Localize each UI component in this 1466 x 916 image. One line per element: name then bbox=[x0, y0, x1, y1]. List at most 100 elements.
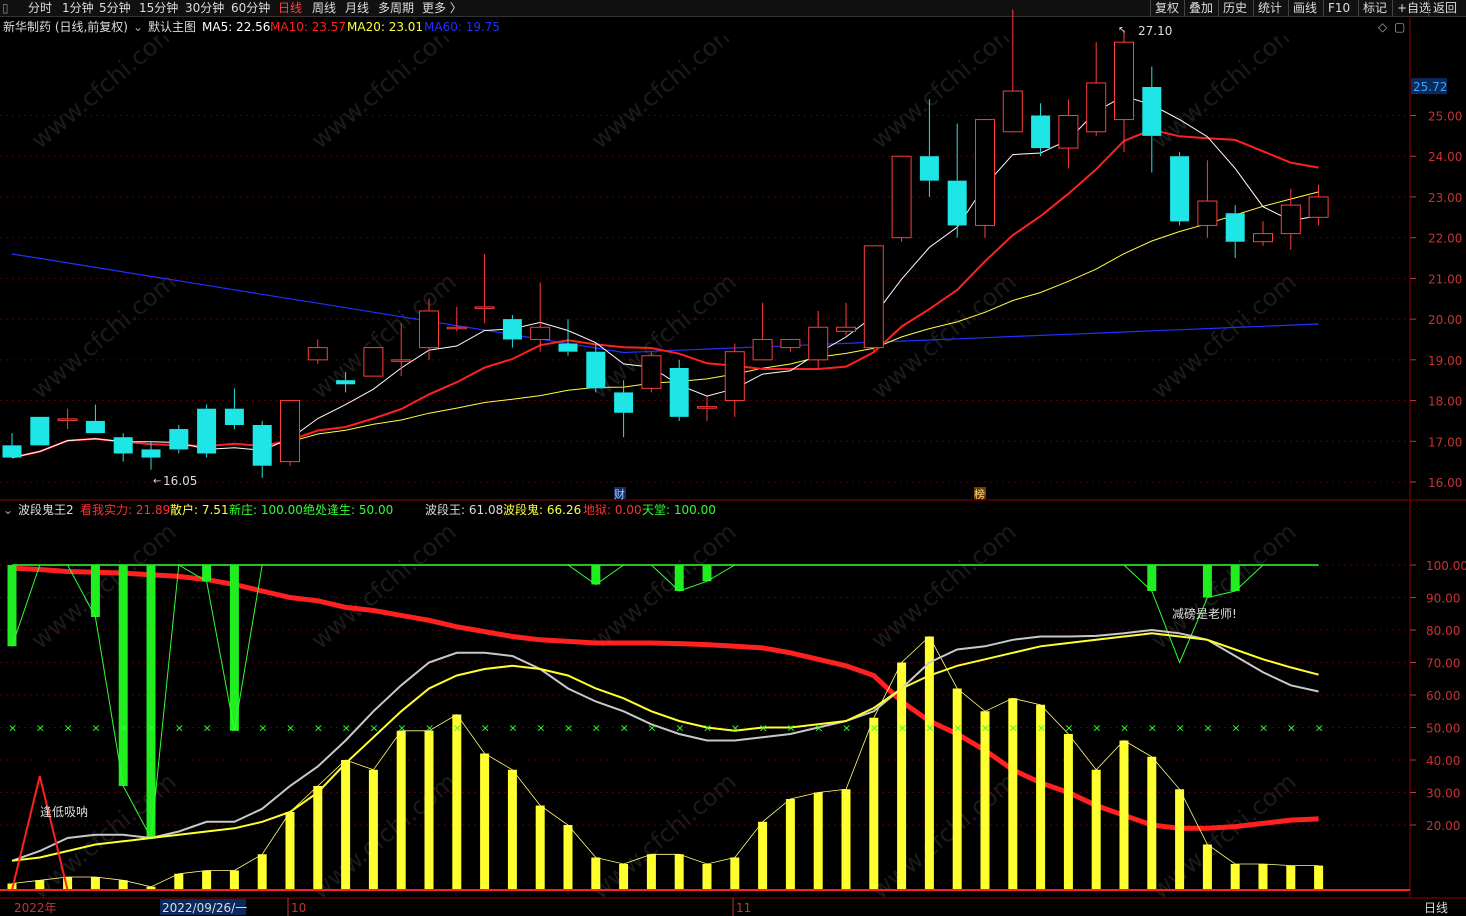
ma60-label: MA60: 19.75 bbox=[424, 20, 501, 34]
panel-settings-icon[interactable]: ▢ bbox=[1394, 18, 1405, 36]
current-price-box bbox=[1411, 78, 1447, 95]
candle bbox=[863, 245, 884, 352]
candle bbox=[1114, 29, 1134, 153]
current-price-label: 25.72 bbox=[1413, 80, 1447, 94]
indicator-dropdown-icon[interactable]: ⌄ bbox=[3, 501, 13, 519]
yellow-bar bbox=[897, 662, 907, 890]
candle bbox=[975, 119, 995, 238]
period-tab[interactable]: 30分钟 bbox=[185, 0, 224, 16]
green-bar bbox=[7, 565, 17, 647]
buy-signal-triangle bbox=[11, 776, 69, 891]
candle-body-down bbox=[169, 429, 189, 450]
yellow-bar bbox=[452, 714, 462, 890]
candle bbox=[919, 99, 939, 197]
revival-marker-x: × bbox=[842, 722, 851, 735]
period-tab[interactable]: 60分钟 bbox=[231, 0, 270, 16]
yellow-bar bbox=[229, 870, 239, 890]
yellow-bar bbox=[368, 769, 378, 890]
candle-body-up bbox=[863, 245, 884, 349]
yellow-bar bbox=[1230, 864, 1240, 890]
candle bbox=[336, 372, 356, 393]
green-bar bbox=[202, 565, 212, 582]
yellow-bar bbox=[1147, 756, 1157, 890]
yellow-bar bbox=[841, 789, 851, 890]
indicator-name[interactable]: 波段鬼王2 bbox=[18, 501, 74, 519]
draw-line-button[interactable]: 画线 bbox=[1288, 0, 1321, 16]
yellow-bar bbox=[1175, 789, 1185, 890]
revival-marker-x: × bbox=[369, 722, 378, 735]
candle-body-up bbox=[641, 355, 662, 389]
fuquan-button[interactable]: 复权 bbox=[1150, 0, 1183, 16]
period-tab[interactable]: 多周期 bbox=[378, 0, 414, 16]
main-chart-header: 新华制药 (日线,前复权) ⌄ 默认主图 MA5: 22.56 MA10: 23… bbox=[0, 18, 1410, 36]
candle-body-up bbox=[280, 400, 300, 463]
yellow-bar bbox=[535, 805, 545, 890]
revival-marker-x: × bbox=[1231, 722, 1240, 735]
more-menu[interactable]: 更多 〉 bbox=[422, 0, 462, 16]
indicator-value: 天堂: 100.00 bbox=[642, 503, 716, 517]
indicator-value: 绝处逢生: 50.00 bbox=[303, 503, 394, 517]
period-tab[interactable]: 月线 bbox=[345, 0, 369, 16]
yellow-bar bbox=[1036, 704, 1046, 890]
overlay-button[interactable]: 叠加 bbox=[1184, 0, 1217, 16]
period-tab[interactable]: 5分钟 bbox=[99, 0, 131, 16]
yellow-bar bbox=[813, 792, 823, 890]
stats-button[interactable]: 统计 bbox=[1253, 0, 1286, 16]
template-label[interactable]: 默认主图 bbox=[148, 18, 196, 36]
candle bbox=[141, 441, 161, 470]
candle-body-up bbox=[446, 326, 467, 330]
candle bbox=[2, 433, 22, 458]
candle-body-down bbox=[113, 437, 133, 454]
ma20-line bbox=[11, 191, 1319, 459]
price-tick-label: 25.00 bbox=[1428, 110, 1462, 124]
candle bbox=[502, 315, 522, 348]
yellow-bar bbox=[591, 857, 601, 890]
back-button[interactable]: 返回 bbox=[1428, 0, 1461, 16]
revival-marker-x: × bbox=[147, 722, 156, 735]
diamond-icon[interactable]: ◇ bbox=[1378, 18, 1387, 36]
yellow-bar bbox=[202, 870, 212, 890]
candle bbox=[836, 302, 856, 336]
yellow-bar bbox=[619, 864, 629, 890]
revival-marker-x: × bbox=[870, 722, 879, 735]
candle bbox=[30, 416, 50, 446]
yellow-bar bbox=[90, 877, 100, 890]
yellow-bar bbox=[257, 854, 267, 890]
revival-marker-x: × bbox=[453, 722, 462, 735]
green-bar bbox=[118, 565, 128, 786]
period-tab[interactable]: 周线 bbox=[312, 0, 336, 16]
template-dropdown-icon[interactable]: ⌄ bbox=[133, 18, 143, 36]
finance-marker bbox=[614, 487, 626, 499]
mark-button[interactable]: 标记 bbox=[1358, 0, 1391, 16]
price-tick-label: 17.00 bbox=[1428, 435, 1462, 449]
candle bbox=[808, 310, 829, 368]
period-tab[interactable]: 15分钟 bbox=[139, 0, 178, 16]
teacher-annotation: 减磅是老师! bbox=[1172, 606, 1237, 621]
indicator-value: 看我实力: 21.89 bbox=[80, 503, 171, 517]
revival-marker-x: × bbox=[564, 722, 573, 735]
f10-button[interactable]: F10 bbox=[1323, 0, 1354, 16]
stock-title[interactable]: 新华制药 (日线,前复权) bbox=[3, 18, 128, 36]
candle bbox=[57, 408, 78, 430]
candle-body-up bbox=[530, 326, 551, 340]
green-bar bbox=[146, 565, 156, 838]
candle-body-down bbox=[336, 380, 356, 385]
ma5-line bbox=[11, 95, 1319, 459]
green-bar bbox=[591, 565, 601, 585]
candle-body-up bbox=[1002, 90, 1023, 133]
price-tick-label: 18.00 bbox=[1428, 395, 1462, 409]
history-button[interactable]: 历史 bbox=[1218, 0, 1251, 16]
period-tab[interactable]: 分时 bbox=[28, 0, 52, 16]
candle-body-up bbox=[1253, 233, 1273, 243]
indicator-tick-label: 70.00 bbox=[1426, 657, 1460, 671]
candle-body-up bbox=[808, 326, 829, 361]
green-zig-line bbox=[11, 564, 1319, 840]
yellow-bar bbox=[646, 854, 656, 890]
period-tab[interactable]: 1分钟 bbox=[62, 0, 94, 16]
period-tab-active[interactable]: 日线 bbox=[278, 0, 302, 16]
candle bbox=[1086, 42, 1107, 136]
candle bbox=[752, 302, 773, 361]
candle-body-up bbox=[1280, 204, 1301, 235]
revival-marker-x: × bbox=[1287, 722, 1296, 735]
revival-marker-x: × bbox=[1092, 722, 1101, 735]
